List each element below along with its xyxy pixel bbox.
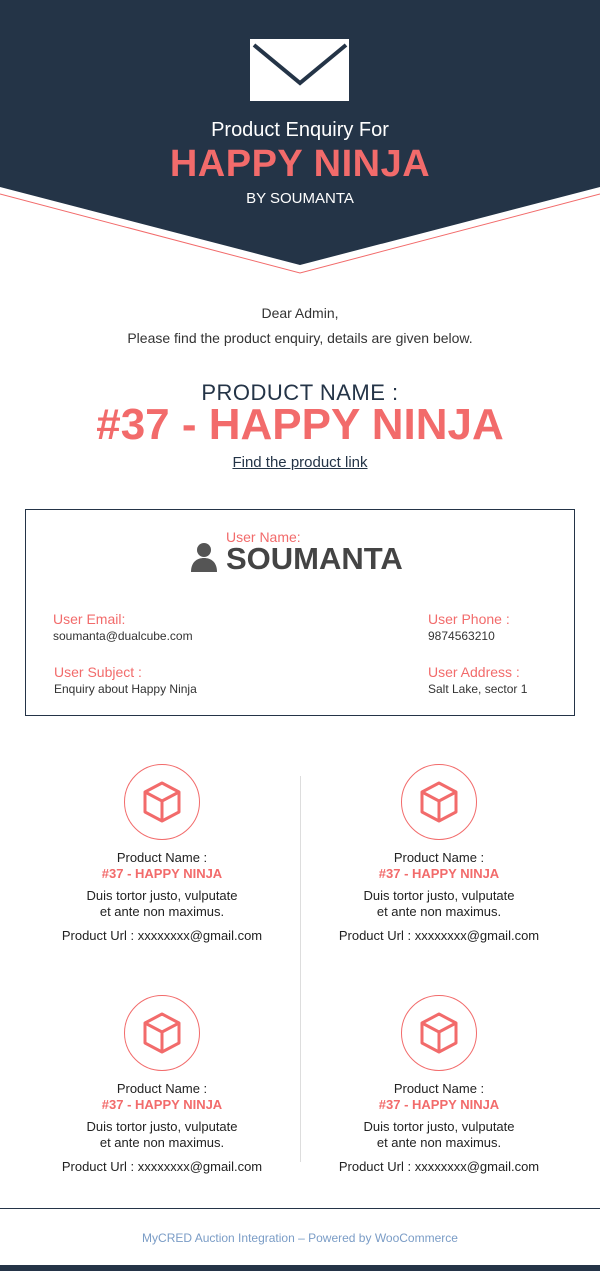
- card-desc-line: et ante non maximus.: [376, 1135, 502, 1150]
- footer-divider: [0, 1208, 600, 1209]
- card-product-label: Product Name :: [393, 850, 485, 865]
- user-name-value: SOUMANTA: [226, 541, 403, 576]
- cube-icon: [143, 1012, 181, 1054]
- card-product-value: #37 - HAPPY NINJA: [101, 866, 223, 881]
- greeting-salutation: Dear Admin,: [261, 305, 339, 321]
- header-title: HAPPY NINJA: [169, 143, 431, 185]
- card-desc-line: Duis tortor justo, vulputate: [86, 1119, 238, 1134]
- card-product-value: #37 - HAPPY NINJA: [101, 1097, 223, 1112]
- card-desc-line: et ante non maximus.: [99, 1135, 225, 1150]
- card-desc-line: Duis tortor justo, vulputate: [363, 888, 515, 903]
- card-desc-line: et ante non maximus.: [99, 904, 225, 919]
- product-link[interactable]: Find the product link: [232, 454, 367, 471]
- greeting-message: Please find the product enquiry, details…: [127, 330, 473, 346]
- card-description: Duis tortor justo, vulputate et ante non…: [24, 888, 300, 920]
- footer-text: MyCRED Auction Integration – Powered by …: [142, 1231, 458, 1245]
- cube-icon-circle: [124, 995, 200, 1071]
- product-name-value: #37 - HAPPY NINJA: [96, 400, 504, 449]
- card-description: Duis tortor justo, vulputate et ante non…: [24, 1119, 300, 1151]
- user-address-label: User Address :: [428, 664, 520, 680]
- user-phone-label: User Phone :: [428, 611, 510, 627]
- card-product-label: Product Name :: [116, 850, 208, 865]
- cube-icon-circle: [401, 995, 477, 1071]
- user-address-value: Salt Lake, sector 1: [428, 682, 528, 696]
- user-email-label: User Email:: [53, 611, 126, 627]
- envelope-icon: [250, 39, 349, 101]
- footer-bar: [0, 1265, 600, 1271]
- cube-icon: [420, 781, 458, 823]
- card-desc-line: Duis tortor justo, vulputate: [86, 888, 238, 903]
- user-subject-label: User Subject :: [54, 664, 142, 680]
- user-phone-value: 9874563210: [428, 629, 495, 643]
- card-product-label: Product Name :: [393, 1081, 485, 1096]
- header-subtitle: Product Enquiry For: [211, 119, 389, 141]
- cube-icon-circle: [401, 764, 477, 840]
- user-details-box: User Name: SOUMANTA User Email: soumanta…: [25, 509, 575, 716]
- card-product-label: Product Name :: [116, 1081, 208, 1096]
- cube-icon: [420, 1012, 458, 1054]
- card-product-url: Product Url : xxxxxxxx@gmail.com: [338, 928, 540, 943]
- card-product-value: #37 - HAPPY NINJA: [378, 1097, 500, 1112]
- user-subject-value: Enquiry about Happy Ninja: [54, 682, 197, 696]
- cube-icon: [143, 781, 181, 823]
- user-icon: [191, 543, 217, 572]
- header-byline: BY SOUMANTA: [246, 190, 354, 207]
- email-header: Product Enquiry For HAPPY NINJA BY SOUMA…: [0, 0, 600, 280]
- card-desc-line: Duis tortor justo, vulputate: [363, 1119, 515, 1134]
- card-product-value: #37 - HAPPY NINJA: [378, 866, 500, 881]
- card-description: Duis tortor justo, vulputate et ante non…: [301, 1119, 577, 1151]
- user-email-value: soumanta@dualcube.com: [53, 629, 193, 643]
- card-desc-line: et ante non maximus.: [376, 904, 502, 919]
- greeting: Dear Admin, Please find the product enqu…: [0, 301, 600, 351]
- card-product-url: Product Url : xxxxxxxx@gmail.com: [61, 928, 263, 943]
- card-description: Duis tortor justo, vulputate et ante non…: [301, 888, 577, 920]
- card-product-url: Product Url : xxxxxxxx@gmail.com: [338, 1159, 540, 1174]
- card-product-url: Product Url : xxxxxxxx@gmail.com: [61, 1159, 263, 1174]
- cube-icon-circle: [124, 764, 200, 840]
